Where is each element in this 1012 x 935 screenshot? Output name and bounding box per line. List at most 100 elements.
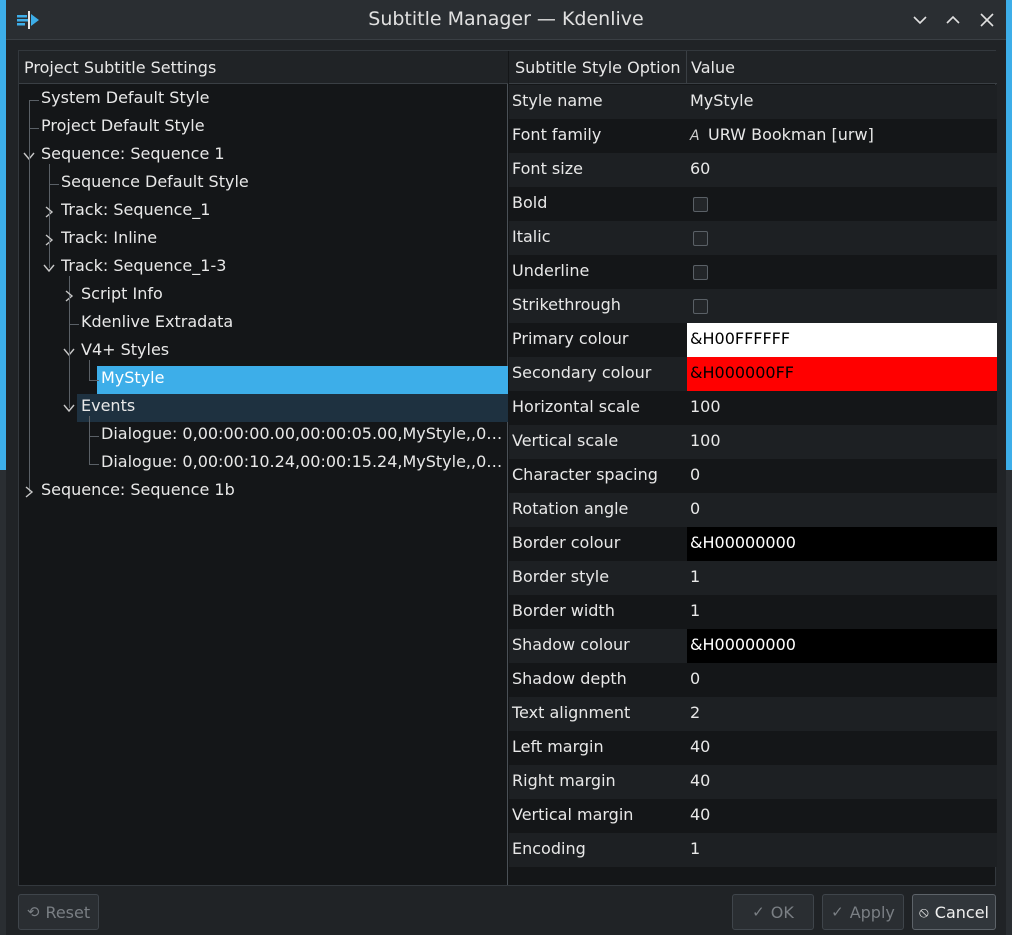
style-option-row[interactable]: Secondary colour &H000000FF (509, 357, 997, 391)
tree-item-label[interactable]: Events (81, 395, 504, 423)
option-checkbox[interactable] (693, 265, 708, 280)
option-value[interactable]: 1 (687, 561, 997, 595)
style-option-row[interactable]: Style name MyStyle (509, 85, 997, 119)
option-value[interactable]: 1 (687, 595, 997, 629)
option-value[interactable]: &H00000000 (687, 527, 997, 561)
option-value[interactable]: &H000000FF (687, 357, 997, 391)
option-value[interactable]: 60 (687, 153, 997, 187)
option-name: Right margin (512, 771, 616, 790)
tree-item-label[interactable]: Dialogue: 0,00:00:10.24,00:00:15.24,MySt… (101, 451, 504, 479)
option-value[interactable]: 0 (687, 663, 997, 697)
option-checkbox[interactable] (693, 299, 708, 314)
close-icon (980, 13, 994, 27)
tree-connector (89, 436, 90, 464)
apply-button[interactable]: ✓ Apply (822, 894, 904, 930)
option-checkbox[interactable] (693, 197, 708, 212)
style-option-row[interactable]: Right margin 40 (509, 765, 997, 799)
option-value[interactable]: MyStyle (687, 85, 997, 119)
tree-item-label[interactable]: Project Default Style (41, 115, 504, 143)
option-value-text: 100 (690, 431, 721, 450)
tree-item-label[interactable]: Track: Inline (61, 227, 504, 255)
style-option-row[interactable]: Vertical scale 100 (509, 425, 997, 459)
option-value-text: 100 (690, 397, 721, 416)
tree-connector (89, 436, 99, 437)
checkmark-icon: ✓ (831, 903, 844, 921)
option-value-text: &H00000000 (690, 635, 796, 654)
reset-button[interactable]: ⟲ Reset (18, 894, 99, 930)
tree-item-label[interactable]: Sequence: Sequence 1b (41, 479, 504, 507)
option-value-text: 60 (690, 159, 711, 178)
title-bar[interactable]: Subtitle Manager — Kdenlive (6, 0, 1006, 40)
style-option-row[interactable]: Border style 1 (509, 561, 997, 595)
option-name: Primary colour (512, 329, 629, 348)
option-value[interactable]: 40 (687, 731, 997, 765)
chevron-down-icon[interactable] (63, 402, 75, 414)
option-checkbox[interactable] (693, 231, 708, 246)
column-separator[interactable] (686, 51, 687, 84)
ok-button-label: OK (770, 902, 794, 922)
tree-item-label[interactable]: Script Info (81, 283, 504, 311)
ok-button[interactable]: ✓ OK (732, 894, 814, 930)
style-option-row[interactable]: Border width 1 (509, 595, 997, 629)
option-value[interactable]: 0 (687, 493, 997, 527)
option-value[interactable]: A URW Bookman [urw] (687, 119, 997, 153)
maximize-button[interactable] (941, 8, 965, 32)
style-option-row[interactable]: Italic (509, 221, 997, 255)
cancel-button[interactable]: ⦸ Cancel (912, 894, 996, 930)
option-value-text: 0 (690, 669, 701, 688)
tree-item-label[interactable]: System Default Style (41, 87, 504, 115)
tree-connector (69, 352, 70, 408)
option-value-text: 1 (690, 839, 701, 858)
tree-item-label[interactable]: Dialogue: 0,00:00:00.00,00:00:05.00,MySt… (101, 423, 504, 451)
style-option-row[interactable]: Shadow depth 0 (509, 663, 997, 697)
option-value[interactable]: 0 (687, 459, 997, 493)
style-option-row[interactable]: Primary colour &H00FFFFFF (509, 323, 997, 357)
style-option-row[interactable]: Horizontal scale 100 (509, 391, 997, 425)
tree-header[interactable]: Project Subtitle Settings (19, 51, 508, 84)
style-option-row[interactable]: Text alignment 2 (509, 697, 997, 731)
option-value[interactable]: 2 (687, 697, 997, 731)
tree-item-label[interactable]: Track: Sequence_1 (61, 199, 504, 227)
style-option-row[interactable]: Rotation angle 0 (509, 493, 997, 527)
option-value[interactable]: 40 (687, 799, 997, 833)
tree-item-label[interactable]: Sequence: Sequence 1 (41, 143, 504, 171)
chevron-right-icon[interactable] (23, 486, 35, 498)
option-name: Encoding (512, 839, 586, 858)
option-value[interactable]: 100 (687, 391, 997, 425)
style-option-row[interactable]: Font family A URW Bookman [urw] (509, 119, 997, 153)
style-option-row[interactable]: Character spacing 0 (509, 459, 997, 493)
value-column-header[interactable]: Value (691, 58, 735, 77)
style-option-row[interactable]: Strikethrough (509, 289, 997, 323)
tree-item-label[interactable]: MyStyle (101, 367, 504, 395)
tree-item-label[interactable]: Track: Sequence_1-3 (61, 255, 504, 283)
option-value[interactable]: &H00000000 (687, 629, 997, 663)
option-value[interactable]: 40 (687, 765, 997, 799)
style-option-row[interactable]: Border colour &H00000000 (509, 527, 997, 561)
style-option-row[interactable]: Left margin 40 (509, 731, 997, 765)
chevron-down-icon[interactable] (43, 262, 55, 274)
style-option-row[interactable]: Encoding 1 (509, 833, 997, 867)
close-button[interactable] (975, 8, 999, 32)
option-column-header[interactable]: Subtitle Style Option (515, 58, 681, 77)
option-value[interactable]: 1 (687, 833, 997, 867)
subtitle-settings-tree[interactable]: Project Subtitle Settings System Default… (19, 51, 508, 885)
style-option-row[interactable]: Font size 60 (509, 153, 997, 187)
chevron-up-icon (946, 15, 960, 24)
option-name: Font family (512, 125, 602, 144)
props-header: Subtitle Style Option Value (509, 51, 997, 84)
style-option-row[interactable]: Underline (509, 255, 997, 289)
option-value[interactable]: 100 (687, 425, 997, 459)
style-options-table[interactable]: Subtitle Style Option Value Style name My… (509, 51, 997, 885)
tree-connector (29, 100, 39, 101)
style-option-row[interactable]: Vertical margin 40 (509, 799, 997, 833)
option-name: Italic (512, 227, 551, 246)
tree-item-label[interactable]: Sequence Default Style (61, 171, 504, 199)
option-name: Border width (512, 601, 615, 620)
option-name: Shadow colour (512, 635, 630, 654)
style-option-row[interactable]: Shadow colour &H00000000 (509, 629, 997, 663)
tree-item-label[interactable]: Kdenlive Extradata (81, 311, 504, 339)
style-option-row[interactable]: Bold (509, 187, 997, 221)
tree-item-label[interactable]: V4+ Styles (81, 339, 504, 367)
option-value[interactable]: &H00FFFFFF (687, 323, 997, 357)
minimize-button[interactable] (908, 8, 932, 32)
